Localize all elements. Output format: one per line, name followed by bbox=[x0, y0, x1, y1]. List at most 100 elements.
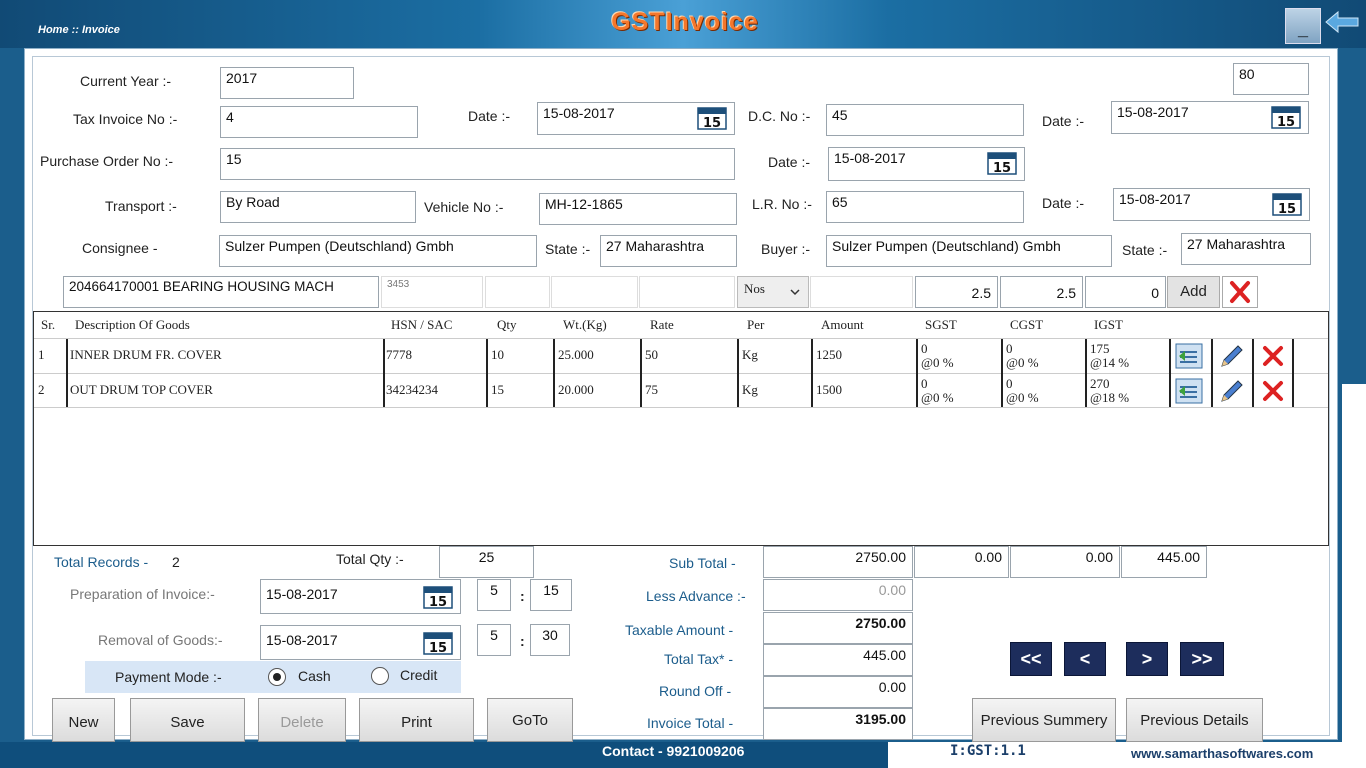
unit-dropdown[interactable]: Nos bbox=[737, 276, 809, 308]
item-hsn-input[interactable]: 3453 bbox=[381, 276, 483, 308]
chevron-down-icon bbox=[790, 289, 800, 296]
calendar-icon[interactable]: 15 bbox=[697, 106, 727, 130]
calendar-icon[interactable]: 15 bbox=[1271, 105, 1301, 129]
delete-icon[interactable] bbox=[1259, 342, 1287, 370]
removal-minute-field[interactable]: 30 bbox=[530, 624, 570, 656]
less-advance-field[interactable]: 0.00 bbox=[763, 579, 913, 611]
prep-minute-field[interactable]: 15 bbox=[530, 579, 572, 611]
row-divider bbox=[34, 407, 1328, 408]
item-igst-input[interactable]: 0 bbox=[1085, 276, 1166, 308]
previous-summary-button[interactable]: Previous Summery bbox=[972, 698, 1116, 742]
breadcrumb[interactable]: Home :: Invoice bbox=[38, 24, 120, 36]
calendar-icon[interactable]: 15 bbox=[987, 151, 1017, 175]
back-button[interactable] bbox=[1324, 8, 1360, 44]
footer-bar bbox=[0, 742, 888, 768]
save-button[interactable]: Save bbox=[130, 698, 245, 742]
delete-button[interactable]: Delete bbox=[258, 698, 346, 742]
item-sgst-input[interactable]: 2.5 bbox=[915, 276, 998, 308]
lr-date-picker[interactable]: 15-08-2017 15 bbox=[1113, 188, 1310, 221]
credit-label[interactable]: Credit bbox=[400, 667, 437, 683]
time-separator: : bbox=[520, 633, 525, 649]
dc-date-picker[interactable]: 15-08-2017 15 bbox=[1111, 101, 1309, 134]
col-divider bbox=[486, 339, 488, 407]
current-year-field[interactable]: 2017 bbox=[220, 67, 354, 99]
row1-per: Kg bbox=[742, 347, 758, 362]
col-divider bbox=[1085, 339, 1087, 407]
credit-radio[interactable] bbox=[371, 667, 389, 685]
col-divider bbox=[916, 339, 918, 407]
item-qty-input[interactable] bbox=[485, 276, 550, 308]
transfer-icon[interactable] bbox=[1175, 377, 1203, 405]
previous-details-button[interactable]: Previous Details bbox=[1126, 698, 1263, 742]
buyer-field[interactable]: Sulzer Pumpen (Deutschland) Gmbh bbox=[826, 235, 1112, 267]
tax-invoice-field[interactable]: 4 bbox=[220, 106, 418, 138]
transfer-icon[interactable] bbox=[1175, 342, 1203, 370]
dc-no-field[interactable]: 45 bbox=[826, 104, 1024, 136]
item-cgst-input[interactable]: 2.5 bbox=[1000, 276, 1083, 308]
goto-button[interactable]: GoTo bbox=[487, 698, 573, 742]
next-record-button[interactable]: > bbox=[1126, 642, 1168, 676]
removal-hour-field[interactable]: 5 bbox=[477, 624, 511, 656]
delete-icon[interactable] bbox=[1259, 377, 1287, 405]
row2-qty: 15 bbox=[491, 382, 504, 397]
add-item-button[interactable]: Add bbox=[1167, 276, 1220, 308]
removal-date-picker[interactable]: 15-08-2017 15 bbox=[260, 625, 461, 660]
item-weight-input[interactable] bbox=[551, 276, 638, 308]
clear-item-button[interactable] bbox=[1222, 276, 1258, 308]
po-no-field[interactable]: 15 bbox=[220, 148, 735, 180]
col-divider bbox=[811, 339, 813, 407]
side-scrollbar[interactable] bbox=[1342, 384, 1366, 744]
row1-description[interactable]: INNER DRUM FR. COVER bbox=[70, 347, 222, 363]
edit-icon[interactable] bbox=[1218, 377, 1246, 405]
buyer-state-field[interactable]: 27 Maharashtra bbox=[1181, 233, 1311, 265]
cash-label[interactable]: Cash bbox=[298, 668, 331, 684]
row2-sgst-pct: @0 % bbox=[921, 390, 954, 405]
minimize-button[interactable]: _ bbox=[1285, 8, 1321, 44]
total-tax-label: Total Tax* - bbox=[664, 651, 733, 667]
item-rate-input[interactable] bbox=[639, 276, 735, 308]
transport-label: Transport :- bbox=[105, 198, 177, 214]
less-advance-label: Less Advance :- bbox=[646, 588, 746, 604]
invoice-date-picker[interactable]: 15-08-2017 15 bbox=[537, 102, 735, 135]
lr-no-field[interactable]: 65 bbox=[826, 191, 1024, 223]
row-divider bbox=[34, 373, 1328, 374]
consignee-state-field[interactable]: 27 Maharashtra bbox=[600, 235, 737, 267]
last-record-button[interactable]: >> bbox=[1180, 642, 1224, 676]
col-header-hsn: HSN / SAC bbox=[391, 317, 453, 332]
consignee-field[interactable]: Sulzer Pumpen (Deutschland) Gmbh bbox=[219, 235, 537, 267]
po-date-picker[interactable]: 15-08-2017 15 bbox=[828, 147, 1025, 181]
first-record-button[interactable]: << bbox=[1010, 642, 1052, 676]
row2-hsn: 34234234 bbox=[386, 382, 438, 397]
calendar-icon[interactable]: 15 bbox=[423, 585, 453, 609]
previous-record-button[interactable]: < bbox=[1064, 642, 1106, 676]
transport-field[interactable]: By Road bbox=[220, 191, 416, 223]
website-link[interactable]: www.samarthasoftwares.com bbox=[1131, 746, 1313, 761]
item-description-input[interactable]: 204664170001 BEARING HOUSING MACH bbox=[63, 276, 379, 308]
cash-radio[interactable] bbox=[268, 668, 286, 686]
calendar-icon[interactable]: 15 bbox=[1272, 192, 1302, 216]
new-button[interactable]: New bbox=[52, 698, 115, 742]
round-off-label: Round Off - bbox=[659, 683, 732, 699]
col-divider bbox=[1292, 339, 1294, 407]
print-button[interactable]: Print bbox=[359, 698, 474, 742]
calendar-icon[interactable]: 15 bbox=[423, 631, 453, 655]
prep-label: Preparation of Invoice:- bbox=[70, 586, 215, 602]
vehicle-no-field[interactable]: MH-12-1865 bbox=[539, 193, 737, 225]
col-divider bbox=[640, 339, 642, 407]
col-header-description: Description Of Goods bbox=[75, 317, 190, 332]
svg-text:15: 15 bbox=[429, 595, 447, 609]
prep-hour-field[interactable]: 5 bbox=[477, 579, 511, 611]
consignee-label: Consignee - bbox=[82, 240, 158, 256]
item-amount-input[interactable] bbox=[810, 276, 913, 308]
prep-date-picker[interactable]: 15-08-2017 15 bbox=[260, 579, 461, 614]
items-table: Sr. Description Of Goods HSN / SAC Qty W… bbox=[33, 311, 1329, 546]
row2-description[interactable]: OUT DRUM TOP COVER bbox=[70, 382, 213, 398]
col-header-igst: IGST bbox=[1094, 317, 1123, 332]
dc-date-label: Date :- bbox=[1042, 113, 1085, 129]
svg-text:15: 15 bbox=[993, 161, 1011, 175]
lr-date-value: 15-08-2017 bbox=[1119, 191, 1191, 207]
counter-field[interactable]: 80 bbox=[1233, 63, 1309, 95]
buyer-state-label: State :- bbox=[1122, 242, 1168, 258]
edit-icon[interactable] bbox=[1218, 342, 1246, 370]
round-off-field[interactable]: 0.00 bbox=[763, 676, 913, 708]
